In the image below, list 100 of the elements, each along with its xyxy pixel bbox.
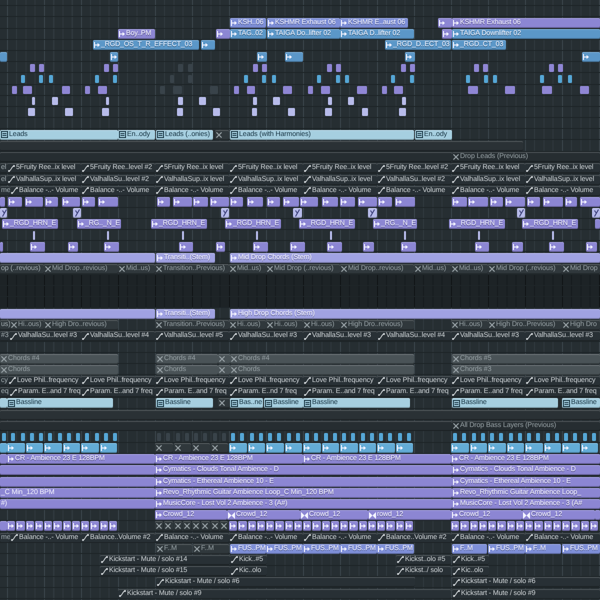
audio-clip[interactable] [201,40,215,50]
audio-clip[interactable] [7,443,24,454]
audio-clip[interactable] [0,242,3,252]
audio-clip[interactable] [438,18,452,28]
audio-clip[interactable] [562,521,570,532]
clip-segment[interactable] [0,420,452,431]
audio-clip[interactable] [404,521,413,532]
audio-clip[interactable] [210,196,229,207]
audio-clip[interactable] [104,242,119,252]
audio-clip[interactable] [247,196,263,207]
audio-clip[interactable] [544,443,561,454]
muted-clip[interactable] [220,521,228,532]
audio-clip[interactable] [44,443,62,454]
audio-clip[interactable] [157,196,170,207]
muted-clip[interactable] [155,443,172,454]
audio-clip[interactable] [396,521,404,532]
audio-clip[interactable] [229,521,238,532]
audio-clip[interactable] [100,521,108,532]
audio-clip[interactable] [62,196,80,207]
muted-clip[interactable] [218,354,230,364]
audio-clip[interactable] [534,521,542,532]
muted-clip[interactable] [182,521,191,532]
audio-clip[interactable] [322,196,338,207]
audio-clip[interactable] [26,443,43,454]
audio-clip[interactable] [506,443,524,454]
audio-clip[interactable] [451,443,468,454]
audio-clip[interactable] [525,521,534,532]
audio-clip[interactable] [0,196,5,207]
audio-clip[interactable] [216,29,230,40]
audio-clip[interactable] [377,443,394,454]
muted-clip[interactable] [155,521,164,532]
audio-clip[interactable] [544,521,552,532]
audio-clip[interactable] [25,196,43,207]
clip-segment[interactable] [0,398,7,408]
audio-clip[interactable] [221,208,229,218]
audio-clip[interactable] [327,242,342,252]
audio-clip[interactable] [290,242,305,252]
audio-clip[interactable] [549,242,564,252]
audio-clip[interactable] [173,196,192,207]
audio-clip[interactable] [72,521,80,532]
audio-clip[interactable] [253,242,268,252]
audio-clip[interactable] [45,196,58,207]
muted-clip[interactable] [215,130,229,140]
audio-clip[interactable] [256,521,265,532]
audio-clip[interactable] [248,521,256,532]
muted-clip[interactable] [210,521,219,532]
audio-clip[interactable] [100,443,117,454]
audio-clip[interactable] [322,521,330,532]
audio-clip[interactable] [340,521,348,532]
audio-clip[interactable] [386,521,394,532]
audio-clip[interactable] [592,208,600,218]
audio-clip[interactable] [363,242,374,252]
audio-clip[interactable] [452,196,467,207]
audio-clip[interactable] [34,521,43,532]
audio-clip[interactable] [68,242,78,252]
audio-clip[interactable] [368,521,376,532]
audio-clip[interactable] [266,443,284,454]
audio-clip[interactable] [294,521,302,532]
audio-clip[interactable] [90,521,98,532]
muted-clip[interactable] [192,521,200,532]
muted-clip[interactable] [218,398,230,408]
muted-clip[interactable] [218,364,230,375]
audio-clip[interactable] [488,443,506,454]
audio-clip[interactable] [248,443,265,454]
audio-clip[interactable] [517,208,525,218]
audio-clip[interactable] [475,242,489,252]
audio-clip[interactable] [312,521,320,532]
audio-clip[interactable] [565,196,577,207]
clip-segment[interactable] [0,454,7,464]
muted-clip[interactable] [210,443,228,454]
audio-clip[interactable] [53,521,62,532]
clip-segment[interactable] [0,141,523,152]
audio-clip[interactable] [478,521,487,532]
audio-clip[interactable] [516,521,524,532]
audio-clip[interactable] [582,52,600,62]
audio-clip[interactable] [358,196,377,207]
audio-clip[interactable] [81,443,98,454]
audio-clip[interactable] [378,196,392,207]
audio-clip[interactable] [283,196,299,207]
clip-segment[interactable] [0,308,155,319]
audio-clip[interactable] [16,521,24,532]
audio-clip[interactable] [26,521,34,532]
audio-clip[interactable] [340,443,358,454]
audio-clip[interactable] [257,52,267,62]
audio-clip[interactable] [401,242,416,252]
clip-segment[interactable] [0,476,155,487]
audio-clip[interactable] [229,443,246,454]
audio-clip[interactable] [82,196,95,207]
audio-clip[interactable] [586,242,597,252]
audio-clip[interactable] [552,521,561,532]
clip-segment[interactable] [0,443,7,454]
audio-clip[interactable] [108,521,117,532]
audio-clip[interactable] [490,196,503,207]
audio-clip[interactable] [497,521,506,532]
audio-clip[interactable] [30,242,45,252]
audio-clip[interactable] [98,196,118,207]
audio-clip[interactable] [340,196,355,207]
audio-clip[interactable] [580,196,600,207]
audio-clip[interactable] [73,208,81,218]
audio-clip[interactable] [451,521,460,532]
